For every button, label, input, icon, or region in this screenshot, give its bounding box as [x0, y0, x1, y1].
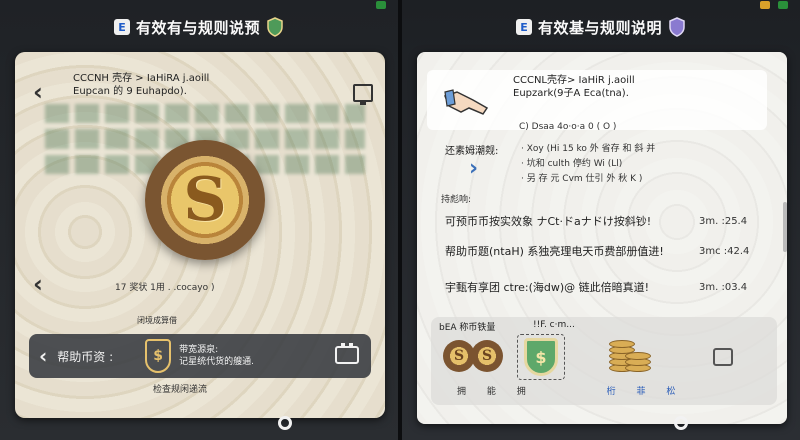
rule-row[interactable]: 帮助币题(ntaH) 系独亮理电天币费部册值进! 3mc :42.4	[429, 236, 769, 266]
right-card: CCCNL壳存> IaHiR j.aoill Eupzark(9子A Eca(t…	[417, 52, 787, 424]
rule-row[interactable]: 可预币币按实效象 ナCt·ドaナドけ按斜钞! 3m. :25.4	[429, 206, 769, 236]
bottom-caption: 检查规闲递流	[153, 385, 208, 395]
left-card: ‹ CCCNH 壳存 > IaHiRA j.aoill Eupcan 的 9 E…	[15, 52, 385, 418]
note-line: · 另 存 元 Cvm 仕引 外 秋 K )	[521, 174, 643, 184]
monitor-icon[interactable]	[353, 84, 373, 105]
note-line: · Xoy (Hi 15 ko 外 省存 和 斜 并	[521, 144, 656, 154]
gold-coin-icon: S	[145, 140, 265, 260]
tray-label: !!F. c·m...	[533, 320, 575, 330]
home-icon[interactable]	[674, 416, 688, 430]
header-subline: C) Dsaa 4o·o·a 0 ( O )	[519, 122, 617, 132]
right-page-title: 有效基与规则说明	[537, 18, 662, 37]
prev-arrow-icon[interactable]: ‹	[33, 270, 43, 298]
status-bar	[760, 0, 788, 10]
coin-pair-item[interactable]: S S	[443, 336, 507, 376]
battery-icon[interactable]	[335, 343, 359, 364]
signal-icon	[760, 1, 770, 9]
left-pane: E 有效有与规则说预 ‹ CCCNH 壳存 > IaHiRA j.aoill E…	[0, 0, 398, 440]
right-title-bar: E 有效基与规则说明	[402, 14, 800, 40]
note-line: · 坑和 culth 停约 Wi (Ll)	[521, 159, 623, 169]
back-chevron-icon[interactable]: ‹	[39, 344, 47, 368]
rule-row-text: 帮助币题(ntaH) 系独亮理电天币费部册值进!	[445, 245, 664, 258]
shield-coin-icon: $	[524, 338, 558, 376]
bandwidth-subtitle: 记星统代货的艘通.	[179, 357, 254, 367]
left-page-title: 有效有与规则说预	[135, 18, 260, 37]
header-line: CCCNL壳存> IaHiR j.aoill	[513, 75, 635, 86]
left-header-text: CCCNH 壳存 > IaHiRA j.aoill Eupcan 的 9 Euh…	[73, 72, 313, 98]
tray-caption-text: 拥 能 拥	[457, 387, 526, 397]
app-logo-icon: E	[515, 19, 532, 35]
signal-icon	[376, 1, 386, 9]
header-line: CCCNH 壳存 > IaHiRA j.aoill	[73, 73, 210, 84]
coin-shield-icon[interactable]: $	[145, 339, 172, 373]
rule-row-value: 3m. :25.4	[699, 215, 748, 227]
grid-icon[interactable]	[713, 348, 733, 366]
rule-row[interactable]: 宇甄有享团 ctre:(海dw)@ 链此倍暗真道! 3m. :03.4	[429, 272, 769, 302]
tray-label: bEA 称币铁量	[439, 323, 496, 333]
help-currency-label: 帮助币资 :	[57, 349, 114, 364]
header-line: Eupzark(9子A Eca(tna).	[513, 88, 629, 99]
tray-caption: 拥 能 拥 桁 菲 松	[457, 384, 675, 397]
bandwidth-info: 带宽源泉: 记星统代货的艘通.	[179, 344, 254, 368]
note-text: · Xoy (Hi 15 ko 外 省存 和 斜 并 · 坑和 culth 停约…	[521, 142, 761, 187]
note-label: 还素姆潮觌:	[445, 146, 499, 157]
prev-arrow-icon[interactable]: ‹	[33, 78, 43, 106]
app-logo-icon: E	[113, 19, 130, 35]
bottom-section-label: 闭境成算借	[137, 316, 177, 325]
expand-arrow-icon[interactable]: ›	[469, 156, 478, 181]
status-bar	[376, 0, 386, 10]
rule-row-value: 3mc :42.4	[699, 245, 750, 257]
help-currency-bar: ‹ 帮助币资 : $ 带宽源泉: 记星统代货的艘通.	[29, 334, 371, 378]
shield-coin-item[interactable]: $	[517, 334, 565, 380]
battery-status-icon	[778, 1, 788, 9]
left-title-bar: E 有效有与规则说预	[0, 14, 398, 40]
handshake-icon	[444, 89, 489, 115]
shield-icon	[669, 17, 685, 37]
home-icon[interactable]	[278, 416, 292, 430]
bandwidth-title: 带宽源泉:	[179, 345, 219, 355]
coin-stack-icon[interactable]	[605, 330, 653, 376]
right-header-text: CCCNL壳存> IaHiR j.aoill Eupzark(9子A Eca(t…	[513, 74, 753, 100]
rule-row-value: 3m. :03.4	[699, 281, 748, 293]
tray-caption-text: 桁 菲 松	[606, 387, 676, 397]
coin-icon: S	[471, 340, 503, 372]
rule-row-text: 宇甄有享团 ctre:(海dw)@ 链此倍暗真道!	[445, 281, 650, 294]
coin-caption: 17 奖状 1用 . .cocayo )	[115, 283, 215, 293]
scrollbar-handle[interactable]	[783, 202, 787, 252]
header-line: Eupcan 的 9 Euhapdo).	[73, 86, 187, 97]
list-label: 持彪响:	[441, 195, 472, 205]
rule-row-text: 可预币币按实效象 ナCt·ドaナドけ按斜钞!	[445, 215, 652, 228]
shield-icon	[267, 17, 283, 37]
right-pane: E 有效基与规则说明 CCCNL壳存> IaHiR j.aoill Eupzar…	[402, 0, 800, 440]
